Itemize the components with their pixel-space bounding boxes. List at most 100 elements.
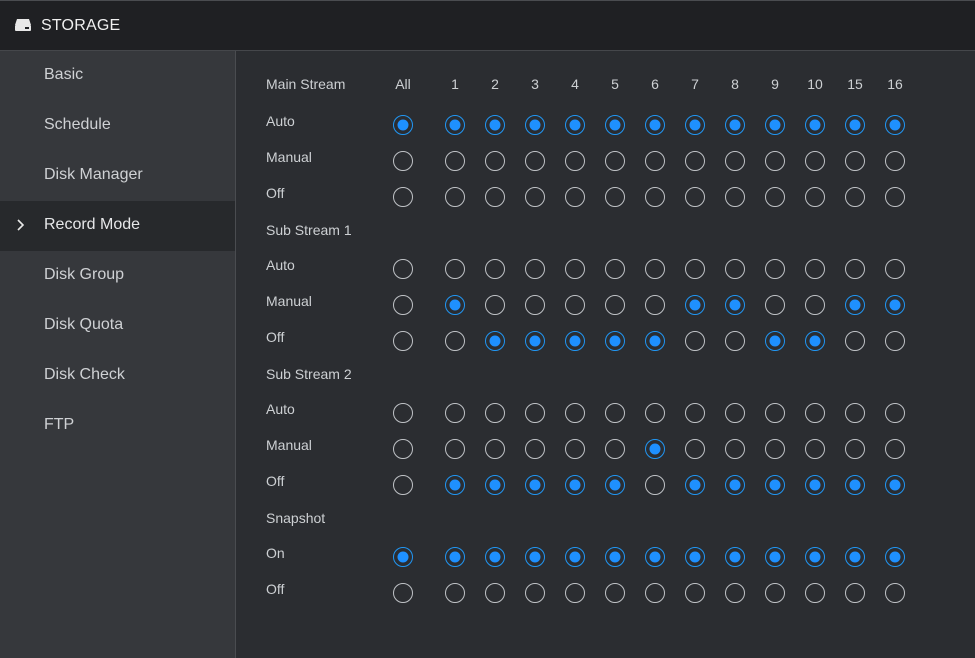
radio-snapshot-off-9[interactable] — [765, 583, 785, 603]
radio-main-stream-auto-2[interactable] — [485, 115, 505, 135]
radio-snapshot-on-7[interactable] — [685, 547, 705, 567]
radio-sub-stream-1-auto-7[interactable] — [685, 259, 705, 279]
radio-sub-stream-2-off-15[interactable] — [845, 475, 865, 495]
radio-main-stream-off-8[interactable] — [725, 187, 745, 207]
sidebar-item-ftp[interactable]: FTP — [0, 401, 235, 451]
radio-main-stream-off-6[interactable] — [645, 187, 665, 207]
radio-sub-stream-2-manual-9[interactable] — [765, 439, 785, 459]
radio-main-stream-off-3[interactable] — [525, 187, 545, 207]
sidebar-item-disk-group[interactable]: Disk Group — [0, 251, 235, 301]
radio-main-stream-manual-9[interactable] — [765, 151, 785, 171]
radio-sub-stream-2-off-3[interactable] — [525, 475, 545, 495]
radio-main-stream-auto-6[interactable] — [645, 115, 665, 135]
radio-main-stream-manual-4[interactable] — [565, 151, 585, 171]
radio-snapshot-off-10[interactable] — [805, 583, 825, 603]
radio-snapshot-on-1[interactable] — [445, 547, 465, 567]
radio-sub-stream-2-auto-4[interactable] — [565, 403, 585, 423]
radio-main-stream-manual-1[interactable] — [445, 151, 465, 171]
radio-snapshot-off-16[interactable] — [885, 583, 905, 603]
radio-sub-stream-2-manual-all[interactable] — [393, 439, 413, 459]
radio-main-stream-off-7[interactable] — [685, 187, 705, 207]
radio-main-stream-auto-1[interactable] — [445, 115, 465, 135]
radio-sub-stream-2-manual-8[interactable] — [725, 439, 745, 459]
radio-main-stream-manual-16[interactable] — [885, 151, 905, 171]
radio-main-stream-auto-8[interactable] — [725, 115, 745, 135]
radio-sub-stream-2-manual-7[interactable] — [685, 439, 705, 459]
sidebar-item-record-mode[interactable]: Record Mode — [0, 201, 235, 251]
radio-main-stream-manual-all[interactable] — [393, 151, 413, 171]
radio-snapshot-on-15[interactable] — [845, 547, 865, 567]
radio-main-stream-off-4[interactable] — [565, 187, 585, 207]
radio-sub-stream-2-auto-15[interactable] — [845, 403, 865, 423]
radio-sub-stream-1-off-15[interactable] — [845, 331, 865, 351]
radio-sub-stream-1-off-16[interactable] — [885, 331, 905, 351]
radio-sub-stream-1-auto-6[interactable] — [645, 259, 665, 279]
radio-sub-stream-1-auto-all[interactable] — [393, 259, 413, 279]
radio-main-stream-auto-9[interactable] — [765, 115, 785, 135]
radio-sub-stream-2-manual-10[interactable] — [805, 439, 825, 459]
radio-main-stream-auto-5[interactable] — [605, 115, 625, 135]
radio-sub-stream-1-off-5[interactable] — [605, 331, 625, 351]
radio-sub-stream-1-manual-all[interactable] — [393, 295, 413, 315]
radio-sub-stream-2-off-2[interactable] — [485, 475, 505, 495]
radio-main-stream-manual-15[interactable] — [845, 151, 865, 171]
radio-sub-stream-2-off-1[interactable] — [445, 475, 465, 495]
radio-sub-stream-2-manual-5[interactable] — [605, 439, 625, 459]
radio-sub-stream-2-off-4[interactable] — [565, 475, 585, 495]
radio-sub-stream-2-auto-10[interactable] — [805, 403, 825, 423]
sidebar-item-disk-check[interactable]: Disk Check — [0, 351, 235, 401]
radio-snapshot-on-4[interactable] — [565, 547, 585, 567]
radio-sub-stream-1-manual-8[interactable] — [725, 295, 745, 315]
radio-snapshot-on-10[interactable] — [805, 547, 825, 567]
radio-snapshot-off-15[interactable] — [845, 583, 865, 603]
radio-sub-stream-2-auto-2[interactable] — [485, 403, 505, 423]
radio-sub-stream-1-manual-10[interactable] — [805, 295, 825, 315]
radio-sub-stream-2-auto-8[interactable] — [725, 403, 745, 423]
radio-sub-stream-2-auto-all[interactable] — [393, 403, 413, 423]
radio-sub-stream-2-auto-16[interactable] — [885, 403, 905, 423]
radio-sub-stream-1-auto-4[interactable] — [565, 259, 585, 279]
radio-sub-stream-1-auto-16[interactable] — [885, 259, 905, 279]
radio-main-stream-auto-10[interactable] — [805, 115, 825, 135]
sidebar-item-schedule[interactable]: Schedule — [0, 101, 235, 151]
radio-sub-stream-2-off-16[interactable] — [885, 475, 905, 495]
radio-main-stream-manual-7[interactable] — [685, 151, 705, 171]
radio-snapshot-off-5[interactable] — [605, 583, 625, 603]
radio-sub-stream-1-auto-15[interactable] — [845, 259, 865, 279]
radio-snapshot-off-6[interactable] — [645, 583, 665, 603]
radio-main-stream-manual-5[interactable] — [605, 151, 625, 171]
radio-main-stream-manual-6[interactable] — [645, 151, 665, 171]
radio-sub-stream-2-manual-4[interactable] — [565, 439, 585, 459]
radio-sub-stream-1-auto-1[interactable] — [445, 259, 465, 279]
radio-sub-stream-1-auto-10[interactable] — [805, 259, 825, 279]
radio-sub-stream-2-manual-2[interactable] — [485, 439, 505, 459]
radio-sub-stream-1-off-8[interactable] — [725, 331, 745, 351]
radio-main-stream-off-all[interactable] — [393, 187, 413, 207]
radio-snapshot-off-4[interactable] — [565, 583, 585, 603]
radio-sub-stream-1-manual-9[interactable] — [765, 295, 785, 315]
radio-snapshot-on-6[interactable] — [645, 547, 665, 567]
radio-snapshot-on-2[interactable] — [485, 547, 505, 567]
radio-sub-stream-1-auto-3[interactable] — [525, 259, 545, 279]
radio-sub-stream-2-off-10[interactable] — [805, 475, 825, 495]
radio-snapshot-on-5[interactable] — [605, 547, 625, 567]
radio-sub-stream-2-auto-1[interactable] — [445, 403, 465, 423]
radio-sub-stream-1-off-3[interactable] — [525, 331, 545, 351]
radio-main-stream-manual-10[interactable] — [805, 151, 825, 171]
radio-main-stream-auto-all[interactable] — [393, 115, 413, 135]
radio-sub-stream-1-off-1[interactable] — [445, 331, 465, 351]
radio-snapshot-on-9[interactable] — [765, 547, 785, 567]
radio-sub-stream-1-off-6[interactable] — [645, 331, 665, 351]
radio-sub-stream-1-off-7[interactable] — [685, 331, 705, 351]
radio-main-stream-off-5[interactable] — [605, 187, 625, 207]
radio-sub-stream-2-auto-7[interactable] — [685, 403, 705, 423]
sidebar-item-basic[interactable]: Basic — [0, 51, 235, 101]
radio-main-stream-off-2[interactable] — [485, 187, 505, 207]
radio-main-stream-off-1[interactable] — [445, 187, 465, 207]
radio-sub-stream-1-off-9[interactable] — [765, 331, 785, 351]
radio-sub-stream-1-manual-2[interactable] — [485, 295, 505, 315]
radio-main-stream-auto-4[interactable] — [565, 115, 585, 135]
radio-sub-stream-2-auto-9[interactable] — [765, 403, 785, 423]
radio-main-stream-manual-2[interactable] — [485, 151, 505, 171]
radio-snapshot-off-all[interactable] — [393, 583, 413, 603]
